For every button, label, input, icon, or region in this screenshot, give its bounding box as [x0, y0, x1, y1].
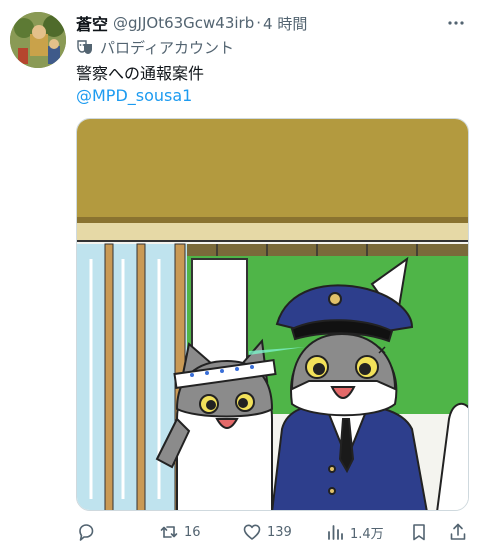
- display-name[interactable]: 蒼空: [76, 11, 108, 35]
- bookmark-button[interactable]: [409, 522, 429, 542]
- separator-dot: ·: [256, 14, 262, 32]
- bookmark-icon: [409, 522, 429, 542]
- mention-link[interactable]: @MPD_sousa1: [76, 86, 192, 105]
- parody-label-text: パロディアカウント: [100, 38, 234, 57]
- reply-icon: [76, 522, 96, 542]
- heart-icon: [242, 522, 262, 542]
- avatar[interactable]: [10, 12, 66, 68]
- parody-label: パロディアカウント: [76, 36, 234, 58]
- like-count: 139: [267, 524, 292, 540]
- tweet-image[interactable]: [76, 118, 469, 511]
- tweet-text: 警察への通報案件: [76, 64, 205, 83]
- tweet-header: 蒼空 @gJJOt63Gcw43irb · 4 時間: [76, 12, 468, 34]
- share-icon: [448, 522, 468, 542]
- parody-mask-icon: [76, 38, 94, 56]
- views-icon: [325, 522, 345, 542]
- user-handle[interactable]: @gJJOt63Gcw43irb: [113, 14, 254, 32]
- retweet-icon: [159, 522, 179, 542]
- action-bar: 16 139 1.4万: [76, 520, 468, 544]
- retweet-count: 16: [184, 524, 201, 540]
- retweet-button[interactable]: 16: [159, 522, 201, 542]
- views-count: 1.4万: [350, 526, 384, 542]
- like-button[interactable]: 139: [242, 522, 292, 542]
- reply-button[interactable]: [76, 522, 101, 542]
- more-icon[interactable]: [444, 12, 468, 34]
- share-button[interactable]: [448, 522, 468, 542]
- timestamp[interactable]: 4 時間: [263, 13, 307, 34]
- views-button[interactable]: 1.4万: [325, 522, 384, 542]
